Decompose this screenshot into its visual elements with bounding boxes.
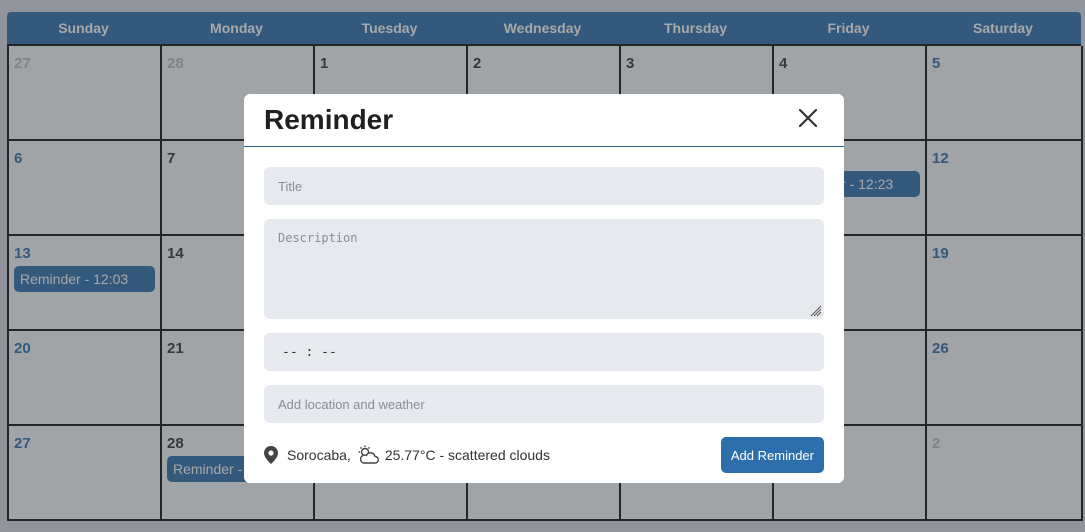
location-name: Sorocaba, [287,447,351,463]
description-placeholder: Description [278,231,358,245]
reminder-modal: Reminder Title Description -- : -- Add l… [244,94,844,483]
modal-footer: Sorocaba, 25.77°C - scattered clouds Add… [244,423,844,473]
modal-title: Reminder [264,104,394,135]
resize-grip-icon[interactable] [810,305,822,317]
modal-body: Title Description -- : -- Add location a… [244,147,844,423]
add-reminder-button[interactable]: Add Reminder [720,437,824,473]
title-input[interactable]: Title [264,167,824,205]
close-button[interactable] [798,108,822,132]
weather-text: 25.77°C - scattered clouds [384,447,550,463]
description-textarea[interactable]: Description [264,219,824,319]
modal-header: Reminder [244,94,844,147]
map-pin-icon [264,446,278,464]
close-icon [798,108,818,128]
time-input[interactable]: -- : -- [264,333,824,371]
partly-cloudy-icon [357,445,379,465]
weather-info: Sorocaba, 25.77°C - scattered clouds [264,445,550,465]
location-input[interactable]: Add location and weather [264,385,824,423]
